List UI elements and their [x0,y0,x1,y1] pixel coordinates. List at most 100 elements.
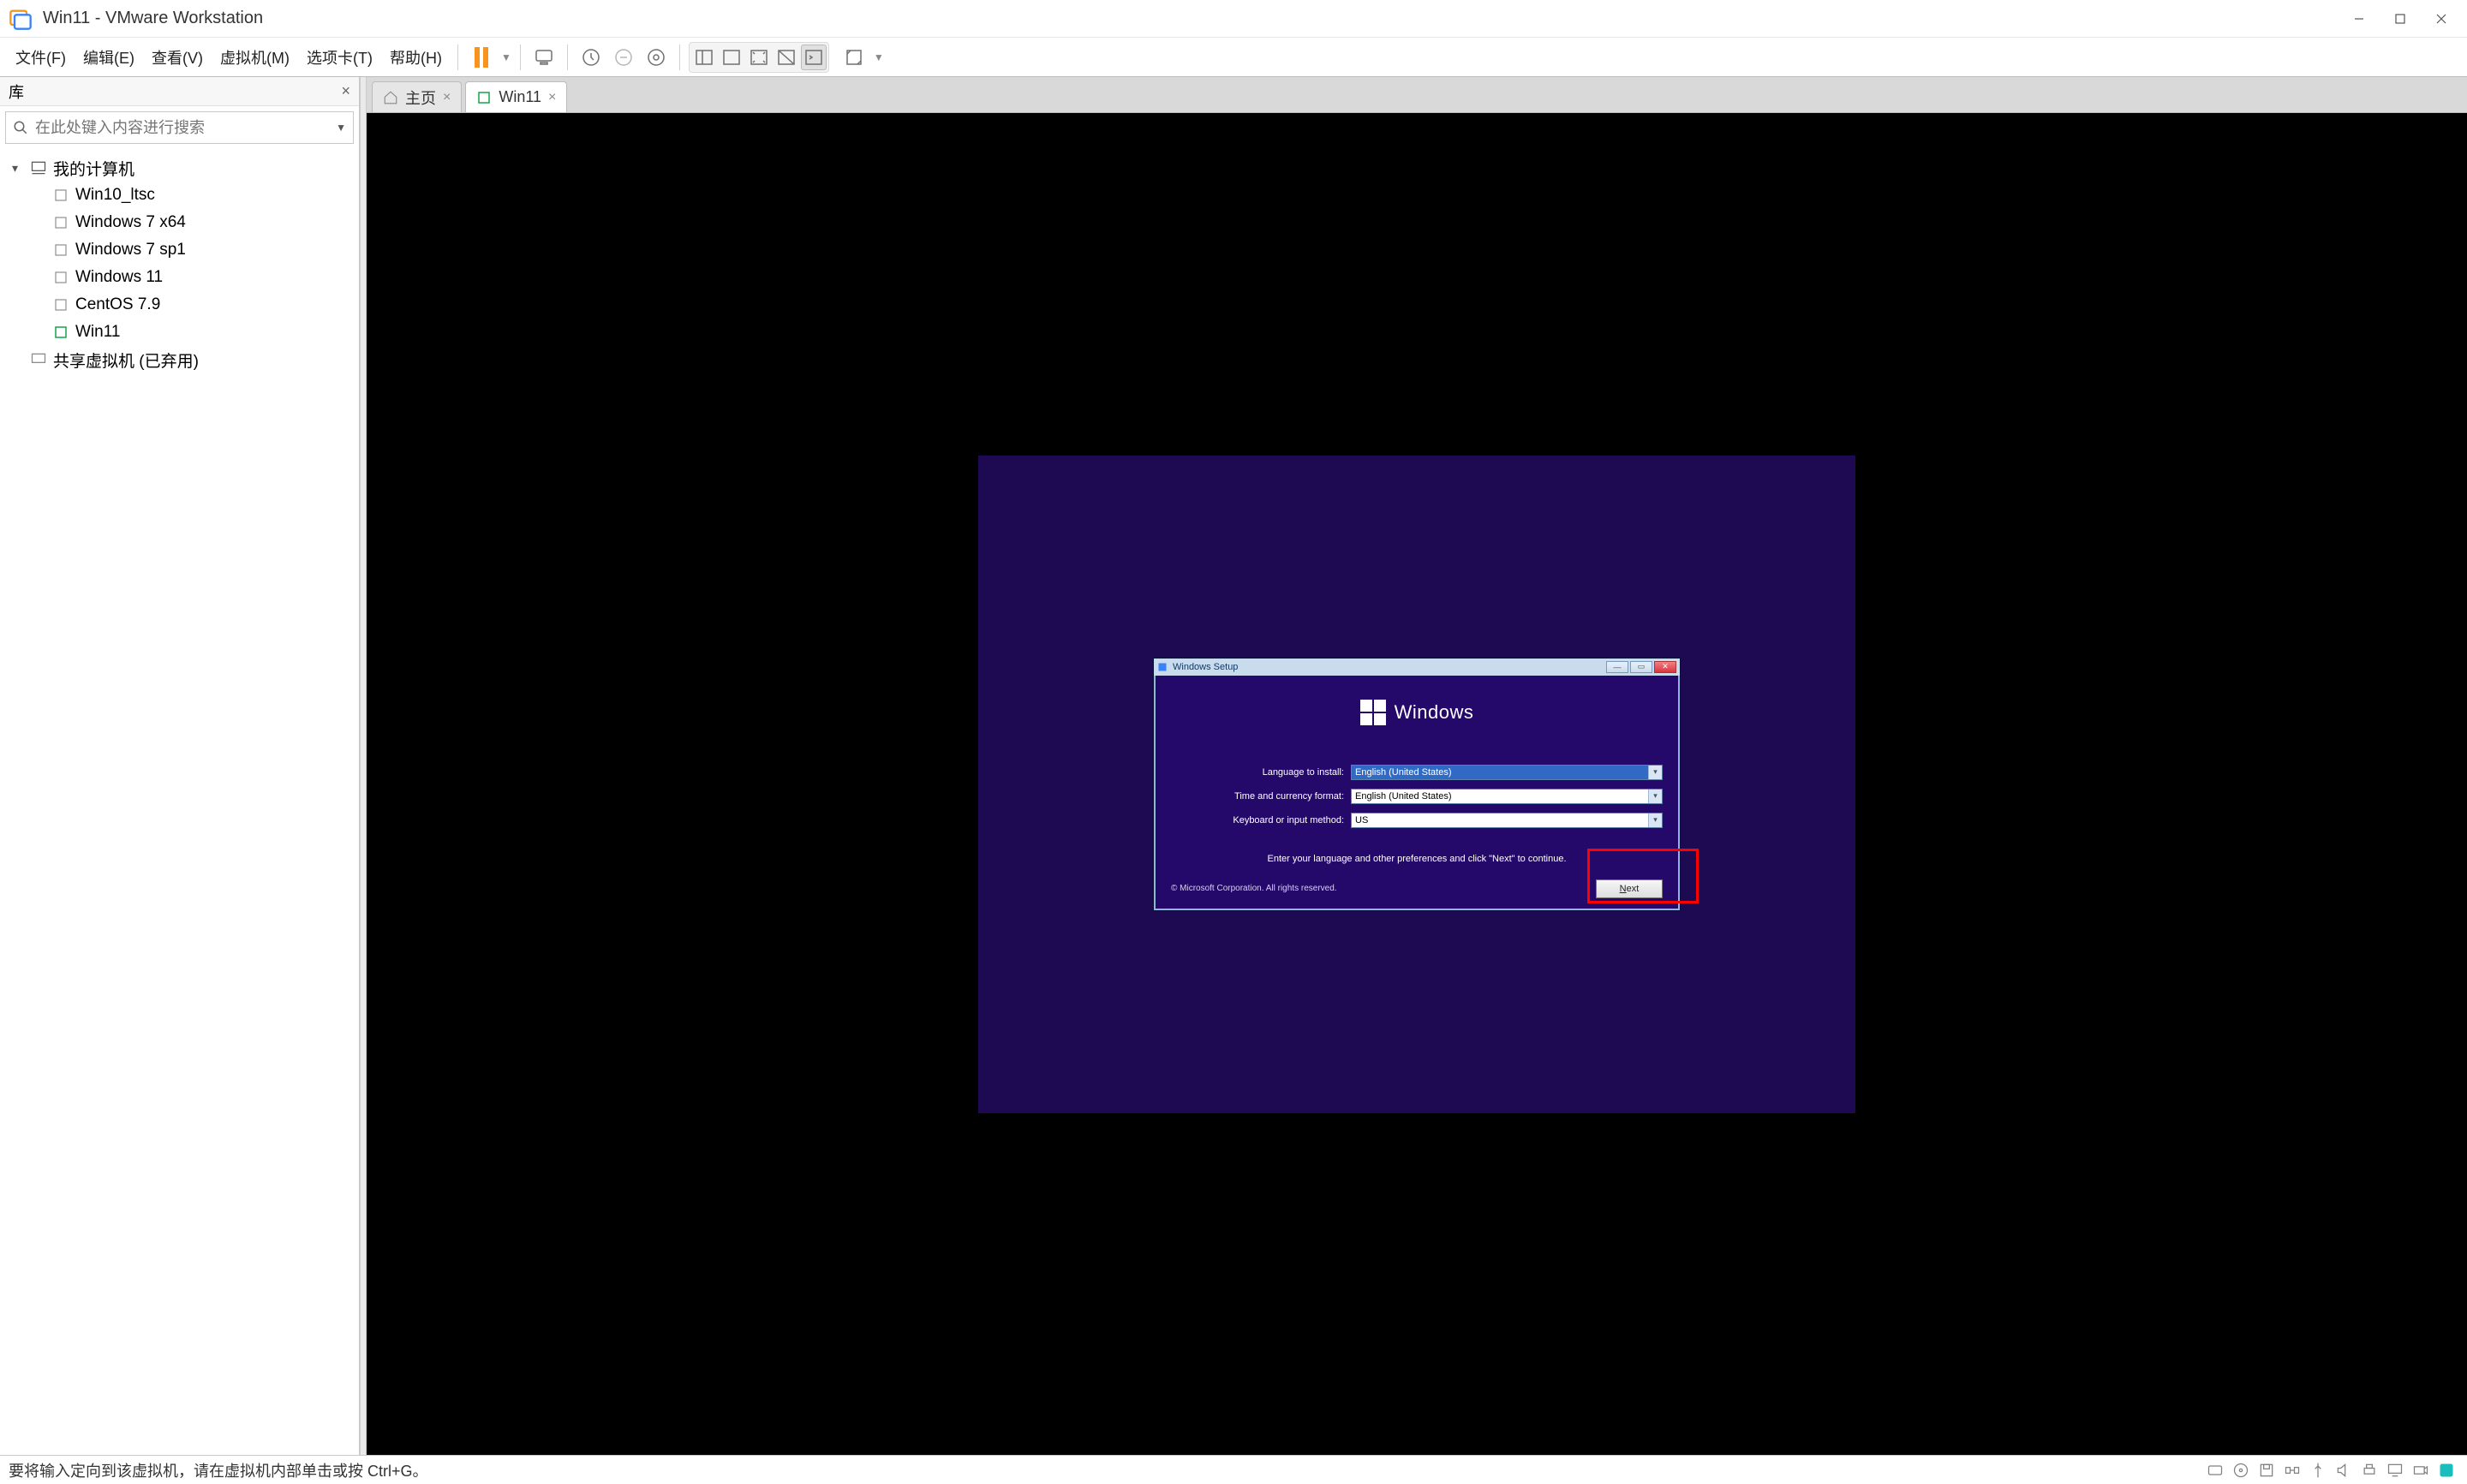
tree-label: Win11 [75,323,120,342]
status-usb-icon[interactable] [2306,1458,2330,1482]
library-panel: 库 × ▼ ▾ 我的计算机 Win10_ltsc Windows 7 x64 W… [0,77,360,1455]
library-search-input[interactable] [35,119,336,137]
vm-display-area[interactable]: Windows Setup — ▭ ✕ Windows [367,113,2467,1455]
field-language: Language to install: English (United Sta… [1171,765,1663,780]
tab-strip: 主页 × Win11 × [367,77,2467,113]
status-network-icon[interactable] [2280,1458,2304,1482]
tree-vm-item-active[interactable]: Win11 [3,319,355,346]
tree-label: 共享虚拟机 (已弃用) [53,349,199,372]
search-dropdown-icon[interactable]: ▼ [336,122,346,134]
tree-label: Windows 7 x64 [75,213,186,232]
view-split-button[interactable] [691,45,717,70]
dropdown-arrow-icon: ▾ [1648,766,1662,779]
tree-label: Win10_ltsc [75,186,155,205]
tree-vm-item[interactable]: CentOS 7.9 [3,291,355,319]
status-floppy-icon[interactable] [2255,1458,2279,1482]
library-title: 库 [9,80,24,103]
menu-vm[interactable]: 虚拟机(M) [213,43,296,72]
status-bar: 要将输入定向到该虚拟机，请在虚拟机内部单击或按 Ctrl+G。 [0,1455,2467,1484]
view-mode-group [689,42,829,73]
menu-view[interactable]: 查看(V) [145,43,210,72]
vmware-app-icon [9,7,33,31]
window-close-button[interactable] [2421,0,2462,38]
setup-copyright: © Microsoft Corporation. All rights rese… [1171,884,1337,893]
view-single-button[interactable] [719,45,744,70]
vm-icon [51,188,70,203]
tab-label: 主页 [405,86,436,109]
stretch-guest-button[interactable] [839,43,869,72]
status-disk-icon[interactable] [2203,1458,2227,1482]
menu-help[interactable]: 帮助(H) [383,43,449,72]
send-ctrl-alt-del-button[interactable] [529,43,559,72]
sidebar-resize-handle[interactable] [360,77,367,1455]
setup-titlebar[interactable]: Windows Setup — ▭ ✕ [1154,659,1680,676]
menu-edit[interactable]: 编辑(E) [76,43,141,72]
language-select[interactable]: English (United States) ▾ [1351,765,1663,780]
tab-close-button[interactable]: × [443,90,451,105]
power-dropdown[interactable]: ▼ [499,51,511,63]
shared-icon [29,351,48,368]
search-icon [13,120,28,135]
menu-file[interactable]: 文件(F) [9,43,73,72]
window-minimize-button[interactable] [2339,0,2380,38]
time-format-select[interactable]: English (United States) ▾ [1351,789,1663,804]
vm-icon [51,297,70,313]
tree-vm-item[interactable]: Windows 7 sp1 [3,236,355,264]
field-keyboard: Keyboard or input method: US ▾ [1171,813,1663,828]
toolbar-separator [679,45,680,70]
tree-vm-item[interactable]: Windows 7 x64 [3,209,355,236]
setup-maximize-button[interactable]: ▭ [1630,661,1652,673]
right-pane: 主页 × Win11 × Windows Setup — [367,77,2467,1455]
window-maximize-button[interactable] [2380,0,2421,38]
pause-button[interactable] [467,43,496,72]
computer-icon [29,159,48,176]
library-search[interactable]: ▼ [5,111,354,144]
status-text: 要将输入定向到该虚拟机，请在虚拟机内部单击或按 Ctrl+G。 [9,1459,428,1481]
tree-my-computer[interactable]: ▾ 我的计算机 [3,154,355,182]
status-printer-icon[interactable] [2357,1458,2381,1482]
status-display-icon[interactable] [2383,1458,2407,1482]
tab-vm-active[interactable]: Win11 × [465,81,567,112]
menu-tabs[interactable]: 选项卡(T) [300,43,379,72]
library-close-button[interactable]: × [341,82,350,100]
snapshot-revert-button[interactable] [609,43,638,72]
collapse-icon: ▾ [12,161,24,176]
tree-label: Windows 11 [75,268,163,287]
vm-icon [51,242,70,258]
annotation-highlight [1587,849,1699,903]
view-fullscreen-button[interactable] [746,45,772,70]
view-console-button[interactable] [801,45,827,70]
view-unity-button[interactable] [774,45,799,70]
status-camera-icon[interactable] [2409,1458,2433,1482]
setup-close-button[interactable]: ✕ [1654,661,1676,673]
tree-label: 我的计算机 [53,157,134,180]
status-message-icon[interactable] [2434,1458,2458,1482]
windows-setup-dialog: Windows Setup — ▭ ✕ Windows [1153,658,1681,911]
stretch-dropdown[interactable]: ▼ [872,51,884,63]
tree-label: CentOS 7.9 [75,295,160,314]
tree-label: Windows 7 sp1 [75,241,186,259]
keyboard-label: Keyboard or input method: [1171,815,1351,825]
snapshot-take-button[interactable] [576,43,606,72]
vm-icon [51,215,70,230]
keyboard-select[interactable]: US ▾ [1351,813,1663,828]
language-value: English (United States) [1355,767,1452,778]
workspace: 库 × ▼ ▾ 我的计算机 Win10_ltsc Windows 7 x64 W… [0,77,2467,1455]
tab-home[interactable]: 主页 × [372,81,462,112]
tab-close-button[interactable]: × [548,90,556,105]
home-icon [383,90,398,105]
tree-vm-item[interactable]: Win10_ltsc [3,182,355,209]
setup-minimize-button[interactable]: — [1606,661,1628,673]
status-cd-icon[interactable] [2229,1458,2253,1482]
vm-running-icon [51,325,70,340]
window-title: Win11 - VMware Workstation [43,9,2339,28]
status-sound-icon[interactable] [2332,1458,2356,1482]
tree-vm-item[interactable]: Windows 11 [3,264,355,291]
windows-logo: Windows [1171,700,1663,725]
library-header: 库 × [0,77,359,106]
guest-screen[interactable]: Windows Setup — ▭ ✕ Windows [978,456,1855,1113]
snapshot-manager-button[interactable] [642,43,671,72]
tree-shared-vms[interactable]: 共享虚拟机 (已弃用) [3,346,355,373]
toolbar-separator [457,45,458,70]
window-titlebar: Win11 - VMware Workstation [0,0,2467,38]
